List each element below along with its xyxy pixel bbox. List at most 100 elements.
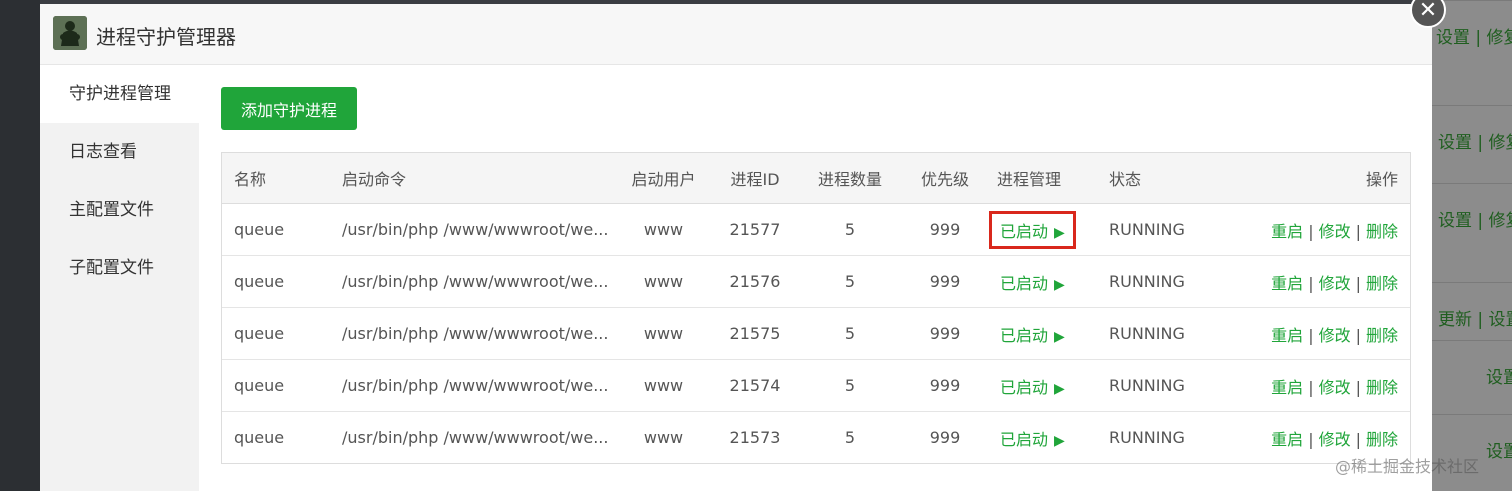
play-icon: ▶ bbox=[1054, 380, 1065, 397]
cell-priority: 999 bbox=[901, 255, 989, 308]
cell-actions: 重启 | 修改 | 删除 bbox=[1224, 203, 1410, 256]
delete-link[interactable]: 删除 bbox=[1366, 430, 1398, 449]
cell-pid: 21575 bbox=[711, 307, 799, 360]
cell-user: www bbox=[616, 307, 711, 360]
cell-manage: 已启动 ▶ bbox=[989, 307, 1099, 360]
column-header-command: 启动命令 bbox=[334, 153, 616, 204]
delete-link[interactable]: 删除 bbox=[1366, 326, 1398, 345]
play-icon: ▶ bbox=[1054, 432, 1065, 449]
started-label: 已启动 bbox=[1000, 377, 1049, 397]
cell-pid: 21574 bbox=[711, 359, 799, 412]
background-left-strip bbox=[0, 0, 40, 491]
watermark: @稀土掘金技术社区 bbox=[1335, 457, 1480, 476]
edit-link[interactable]: 修改 bbox=[1319, 222, 1351, 241]
column-header-priority: 优先级 bbox=[901, 153, 989, 204]
process-started-toggle[interactable]: 已启动 ▶ bbox=[989, 263, 1076, 301]
process-started-toggle[interactable]: 已启动 ▶ bbox=[989, 419, 1076, 457]
cell-priority: 999 bbox=[901, 203, 989, 256]
cell-user: www bbox=[616, 255, 711, 308]
started-label: 已启动 bbox=[1000, 273, 1049, 293]
play-icon: ▶ bbox=[1054, 224, 1065, 241]
column-header-user: 启动用户 bbox=[616, 153, 711, 204]
delete-link[interactable]: 删除 bbox=[1366, 378, 1398, 397]
cell-manage: 已启动 ▶ bbox=[989, 359, 1099, 412]
background-row: 设置 bbox=[1432, 340, 1512, 399]
cell-status: RUNNING bbox=[1099, 203, 1224, 256]
table-row: queue /usr/bin/php /www/wwwroot/we... ww… bbox=[222, 203, 1410, 256]
background-row-text: 设置 bbox=[1486, 442, 1512, 462]
restart-link[interactable]: 重启 bbox=[1271, 378, 1303, 397]
cell-pid: 21573 bbox=[729, 428, 781, 447]
cell-status: RUNNING bbox=[1099, 307, 1224, 360]
sidebar-item-sub-config[interactable]: 子配置文件 bbox=[40, 239, 199, 297]
separator: | bbox=[1355, 221, 1361, 241]
cell-pid: 21576 bbox=[711, 255, 799, 308]
play-icon: ▶ bbox=[1054, 328, 1065, 345]
table-row: queue /usr/bin/php /www/wwwroot/we... ww… bbox=[222, 412, 1410, 464]
cell-priority: 999 bbox=[901, 359, 989, 412]
cell-manage: 已启动 ▶ bbox=[989, 255, 1099, 308]
started-label: 已启动 bbox=[1000, 325, 1049, 345]
restart-link[interactable]: 重启 bbox=[1271, 326, 1303, 345]
started-label: 已启动 bbox=[1000, 221, 1049, 241]
add-guard-process-button[interactable]: 添加守护进程 bbox=[221, 87, 357, 130]
process-started-toggle[interactable]: 已启动 ▶ bbox=[989, 315, 1076, 353]
column-header-pid: 进程ID bbox=[711, 153, 799, 204]
process-guard-modal: 进程守护管理器 守护进程管理 日志查看 主配置文件 子配置文件 添加守护进程 名… bbox=[40, 4, 1432, 491]
background-row-text: 设置 | 修复 bbox=[1436, 28, 1512, 48]
delete-link[interactable]: 删除 bbox=[1366, 222, 1398, 241]
cell-actions: 重启 | 修改 | 删除 bbox=[1224, 255, 1410, 308]
column-header-count: 进程数量 bbox=[799, 153, 901, 204]
delete-link[interactable]: 删除 bbox=[1366, 274, 1398, 293]
column-header-actions: 操作 bbox=[1224, 153, 1410, 204]
restart-link[interactable]: 重启 bbox=[1271, 274, 1303, 293]
process-started-toggle[interactable]: 已启动 ▶ bbox=[989, 367, 1076, 405]
cell-status: RUNNING bbox=[1099, 359, 1224, 412]
table-row: queue /usr/bin/php /www/wwwroot/we... ww… bbox=[222, 307, 1410, 360]
cell-name: queue bbox=[222, 307, 334, 360]
restart-link[interactable]: 重启 bbox=[1271, 430, 1303, 449]
background-row-text: 设置 | 修复 bbox=[1438, 211, 1512, 231]
cell-name: queue bbox=[234, 428, 285, 447]
separator: | bbox=[1308, 273, 1314, 293]
cell-command: /usr/bin/php /www/wwwroot/we... bbox=[334, 255, 616, 308]
cell-name: queue bbox=[222, 359, 334, 412]
separator: | bbox=[1355, 325, 1361, 345]
background-row-text: 设置 bbox=[1486, 368, 1512, 388]
edit-link[interactable]: 修改 bbox=[1319, 274, 1351, 293]
edit-link[interactable]: 修改 bbox=[1319, 430, 1351, 449]
cell-priority: 999 bbox=[901, 307, 989, 360]
restart-link[interactable]: 重启 bbox=[1271, 222, 1303, 241]
cell-command: /usr/bin/php /www/wwwroot/we... bbox=[334, 203, 616, 256]
sidebar-item-log-view[interactable]: 日志查看 bbox=[40, 123, 199, 181]
column-header-name: 名称 bbox=[222, 153, 334, 204]
separator: | bbox=[1308, 429, 1314, 449]
table-header-row: 名称 启动命令 启动用户 进程ID 进程数量 优先级 进程管理 状态 操作 bbox=[222, 153, 1410, 204]
cell-user: www bbox=[616, 203, 711, 256]
column-header-manage: 进程管理 bbox=[989, 153, 1099, 204]
cell-manage: 已启动 ▶ bbox=[989, 412, 1099, 464]
cell-command: /usr/bin/php /www/wwwroot/we... bbox=[334, 307, 616, 360]
separator: | bbox=[1355, 273, 1361, 293]
started-label: 已启动 bbox=[1000, 429, 1049, 449]
process-started-toggle[interactable]: 已启动 ▶ bbox=[989, 210, 1076, 249]
app-logo-icon bbox=[53, 16, 87, 50]
edit-link[interactable]: 修改 bbox=[1319, 326, 1351, 345]
cell-pid: 21577 bbox=[711, 203, 799, 256]
cell-count: 5 bbox=[799, 203, 901, 256]
separator: | bbox=[1355, 429, 1361, 449]
sidebar-item-main-config[interactable]: 主配置文件 bbox=[40, 181, 199, 239]
cell-command: /usr/bin/php /www/wwwroot/we... bbox=[342, 428, 609, 447]
separator: | bbox=[1308, 325, 1314, 345]
column-header-status: 状态 bbox=[1099, 153, 1224, 204]
cell-count: 5 bbox=[799, 359, 901, 412]
cell-status: RUNNING bbox=[1099, 255, 1224, 308]
cell-priority: 999 bbox=[929, 428, 961, 447]
cell-name: queue bbox=[222, 255, 334, 308]
cell-count: 5 bbox=[799, 307, 901, 360]
background-row: 更新 | 设置 bbox=[1432, 282, 1512, 341]
edit-link[interactable]: 修改 bbox=[1319, 378, 1351, 397]
cell-user: www bbox=[643, 428, 684, 447]
sidebar: 守护进程管理 日志查看 主配置文件 子配置文件 bbox=[40, 65, 199, 491]
sidebar-item-process-management[interactable]: 守护进程管理 bbox=[40, 65, 199, 123]
